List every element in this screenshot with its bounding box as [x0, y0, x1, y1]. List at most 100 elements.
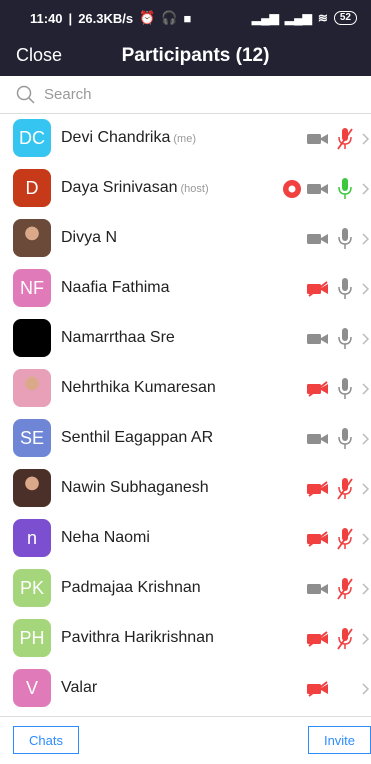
video-off-icon	[305, 681, 331, 697]
chevron-right-icon	[361, 183, 371, 195]
mic-icon	[333, 377, 357, 401]
participant-row[interactable]: V Valar	[0, 664, 371, 714]
avatar	[13, 319, 51, 357]
chevron-right-icon	[361, 483, 371, 495]
participant-status-icons	[305, 476, 371, 502]
participant-tag: (me)	[173, 133, 196, 145]
avatar-initials: SE	[19, 427, 44, 448]
video-icon	[305, 331, 331, 347]
bottom-bar: Chats Invite	[0, 716, 371, 764]
chats-button[interactable]: Chats	[13, 726, 79, 754]
participant-name: Devi Chandrika (me)	[61, 129, 196, 147]
participant-name: Divya N	[61, 229, 117, 247]
avatar-initials: D	[25, 177, 39, 198]
participant-name: Valar	[61, 679, 97, 697]
mic-icon	[333, 427, 357, 451]
participant-row[interactable]: D Daya Srinivasan (host)	[0, 164, 371, 214]
mic-icon	[333, 277, 357, 301]
participant-status-icons	[305, 676, 371, 702]
status-time: 11:40	[30, 10, 63, 26]
avatar: PK	[13, 569, 51, 607]
participant-name-text: Senthil Eagappan AR	[61, 429, 214, 446]
video-off-icon	[305, 281, 331, 297]
participant-row[interactable]: Namarrthaa Sre	[0, 314, 371, 364]
participant-row[interactable]: n Neha Naomi	[0, 514, 371, 564]
participant-name-text: Padmajaa Krishnan	[61, 579, 201, 596]
participant-status-icons	[305, 276, 371, 302]
avatar	[13, 369, 51, 407]
participant-name: Namarrthaa Sre	[61, 329, 175, 347]
participant-name: Senthil Eagappan AR	[61, 429, 213, 447]
status-bar: 11:40 | 26.3KB/s ⏰ 🎧 ■ ▂▄▆ ▂▄▆ ≋ 52	[0, 0, 371, 36]
avatar: DC	[13, 119, 51, 157]
participant-status-icons	[305, 226, 371, 252]
avatar-initials: DC	[19, 127, 45, 148]
page-title: Participants (12)	[121, 45, 270, 66]
participant-name-text: Naafia Fathima	[61, 279, 170, 296]
chevron-right-icon	[361, 583, 371, 595]
avatar: NF	[13, 269, 51, 307]
participant-row[interactable]: NF Naafia Fathima	[0, 264, 371, 314]
battery-icon: 52	[333, 11, 357, 25]
mic-muted-icon	[333, 577, 357, 601]
chevron-right-icon	[361, 433, 371, 445]
network-speed: 26.3KB/s	[78, 10, 134, 26]
chevron-right-icon	[361, 533, 371, 545]
video-icon	[305, 431, 331, 447]
participant-row[interactable]: DC Devi Chandrika (me)	[0, 114, 371, 164]
participant-name: Nehrthika Kumaresan	[61, 379, 216, 397]
participant-row[interactable]: Nawin Subhaganesh	[0, 464, 371, 514]
participant-name-text: Nawin Subhaganesh	[61, 479, 209, 496]
participant-status-icons	[305, 326, 371, 352]
participant-name: Pavithra Harikrishnan	[61, 629, 214, 647]
participant-name: Naafia Fathima	[61, 279, 170, 297]
video-icon	[305, 181, 331, 197]
avatar-initials: PH	[19, 627, 45, 648]
participant-row[interactable]: PH Pavithra Harikrishnan	[0, 614, 371, 664]
video-icon	[305, 231, 331, 247]
participant-status-icons	[305, 126, 371, 152]
search-icon	[16, 85, 35, 104]
mic-icon	[333, 327, 357, 351]
signal-icon-2: ▂▄▆	[284, 11, 312, 25]
participant-row[interactable]: PK Padmajaa Krishnan	[0, 564, 371, 614]
participant-row[interactable]: Nehrthika Kumaresan	[0, 364, 371, 414]
participant-status-icons	[305, 626, 371, 652]
video-icon	[305, 581, 331, 597]
chevron-right-icon	[361, 233, 371, 245]
participant-status-icons	[305, 426, 371, 452]
avatar-initials: V	[25, 677, 38, 698]
participant-list: DC Devi Chandrika (me) D Daya Srinivasan (hos…	[0, 114, 371, 714]
recording-icon	[281, 179, 303, 199]
participant-name-text: Nehrthika Kumaresan	[61, 379, 216, 396]
participant-name: Daya Srinivasan (host)	[61, 179, 209, 197]
mic-muted-icon	[333, 477, 357, 501]
video-status-icon: ■	[183, 10, 192, 26]
video-off-icon	[305, 381, 331, 397]
avatar	[13, 219, 51, 257]
avatar: PH	[13, 619, 51, 657]
chevron-right-icon	[361, 383, 371, 395]
wifi-icon: ≋	[317, 11, 328, 25]
participant-status-icons	[281, 176, 371, 202]
participant-tag: (host)	[180, 183, 209, 195]
participant-name-text: Valar	[61, 679, 98, 696]
participant-status-icons	[305, 376, 371, 402]
invite-button[interactable]: Invite	[308, 726, 371, 754]
chevron-right-icon	[361, 333, 371, 345]
video-off-icon	[305, 531, 331, 547]
alarm-icon: ⏰	[139, 10, 156, 25]
header-bar: Close Participants (12)	[0, 36, 371, 76]
participant-name-text: Divya N	[61, 229, 118, 246]
avatar: SE	[13, 419, 51, 457]
avatar: D	[13, 169, 51, 207]
chevron-right-icon	[361, 133, 371, 145]
search-input[interactable]	[42, 85, 346, 104]
participant-name-text: Pavithra Harikrishnan	[61, 629, 214, 646]
participant-row[interactable]: Divya N	[0, 214, 371, 264]
search-bar	[0, 76, 371, 114]
participant-status-icons	[305, 526, 371, 552]
participant-row[interactable]: SE Senthil Eagappan AR	[0, 414, 371, 464]
chevron-right-icon	[361, 283, 371, 295]
mic-muted-icon	[333, 527, 357, 551]
